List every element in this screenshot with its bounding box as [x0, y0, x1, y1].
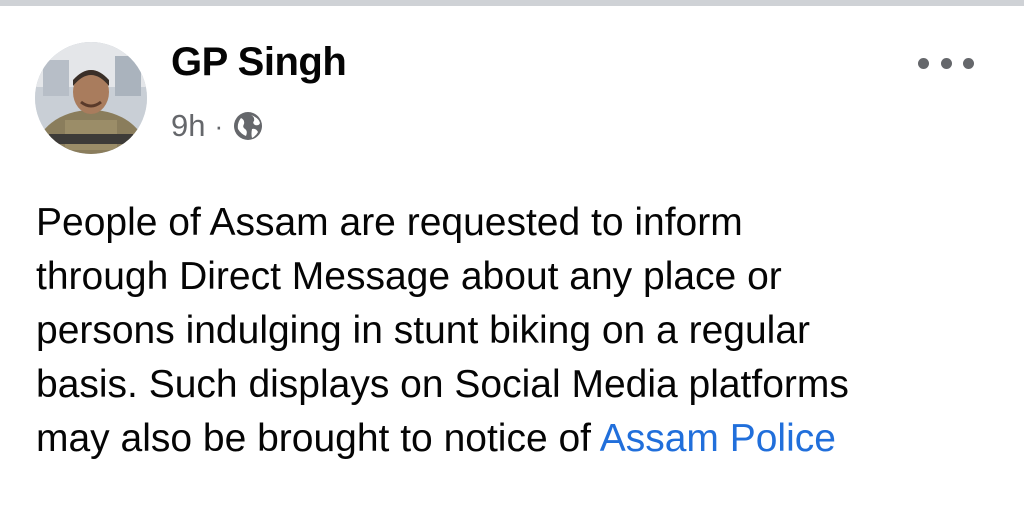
post-text-line: through Direct Message about any place o… [36, 255, 782, 298]
mention-link[interactable]: Assam Police [600, 417, 836, 460]
globe-icon[interactable] [232, 110, 264, 142]
post-text-line: may also be brought to notice of [36, 417, 600, 460]
author-name[interactable]: GP Singh [171, 40, 347, 85]
facebook-post: GP Singh 9h · People of Assam are reques… [0, 0, 1024, 506]
more-dot [918, 57, 929, 69]
post-text-line: persons indulging in stunt biking on a r… [36, 309, 811, 352]
post-text-line: People of Assam are requested to inform [36, 201, 743, 244]
top-divider [0, 0, 1024, 6]
post-meta: 9h · [171, 106, 264, 146]
more-options-icon[interactable] [918, 50, 974, 76]
post-text-line-last: may also be brought to notice of Assam P… [36, 412, 1006, 466]
more-dot [963, 57, 974, 69]
post-timestamp[interactable]: 9h [171, 108, 205, 144]
avatar-photo [35, 42, 147, 154]
more-dot [940, 57, 952, 69]
meta-separator: · [214, 110, 224, 141]
post-text-line: basis. Such displays on Social Media pla… [36, 363, 849, 406]
post-body: People of Assam are requested to inform … [36, 196, 1006, 466]
author-avatar[interactable] [35, 42, 147, 154]
